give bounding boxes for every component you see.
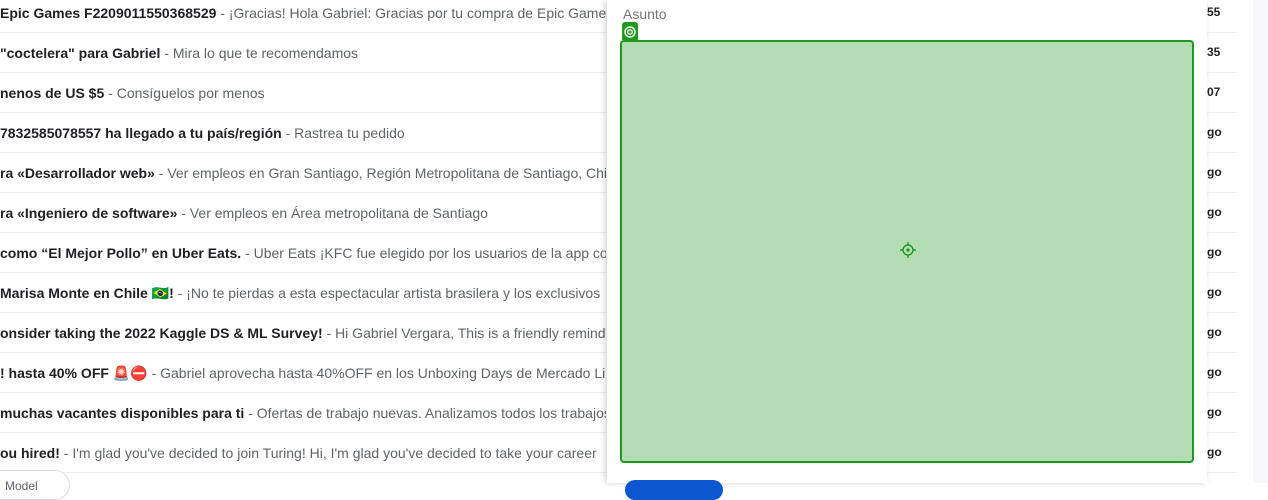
mail-snippet: Consíguelos por menos (116, 85, 265, 101)
mail-text: nenos de US $5 - Consíguelos por menos (0, 84, 606, 102)
mail-text: ra «Ingeniero de software» - Ver empleos… (0, 204, 606, 222)
model-chip-label: Model (5, 479, 38, 493)
mail-time: go (1207, 405, 1222, 419)
mail-time: go (1207, 205, 1222, 219)
mail-separator: - (154, 165, 168, 181)
mail-text: "coctelera" para Gabriel - Mira lo que t… (0, 44, 606, 62)
mail-time: go (1207, 285, 1222, 299)
mail-subject: Marisa Monte en Chile 🇧🇷! (0, 285, 174, 301)
mail-subject: como “El Mejor Pollo” en Uber Eats. (0, 245, 242, 261)
send-button[interactable] (625, 480, 723, 500)
mail-time: go (1207, 165, 1222, 179)
mail-text: onsider taking the 2022 Kaggle DS & ML S… (0, 324, 606, 342)
mail-text: ! hasta 40% OFF 🚨⛔ - Gabriel aprovecha h… (0, 364, 606, 382)
mail-text: 7832585078557 ha llegado a tu país/regió… (0, 124, 606, 142)
mail-separator: - (244, 405, 257, 421)
mail-snippet: Ofertas de trabajo nuevas. Analizamos to… (256, 405, 606, 421)
mail-snippet: Uber Eats ¡KFC fue elegido por los usuar… (253, 245, 606, 261)
mail-text: Marisa Monte en Chile 🇧🇷! - ¡No te pierd… (0, 284, 606, 302)
mail-subject: ra «Ingeniero de software» (0, 205, 178, 221)
mail-subject: nenos de US $5 (0, 85, 105, 101)
model-chip[interactable]: Model (0, 470, 70, 500)
right-side-strip (1253, 0, 1268, 483)
mail-text: Epic Games F2209011550368529 - ¡Gracias!… (0, 4, 606, 22)
mail-separator: - (147, 365, 161, 381)
mail-separator: - (281, 125, 295, 141)
mail-text: muchas vacantes disponibles para ti - Of… (0, 404, 606, 422)
mail-time: 35 (1207, 45, 1221, 59)
mail-separator: - (173, 285, 187, 301)
mail-snippet: ¡Gracias! Hola Gabriel: Gracias por tu c… (228, 5, 606, 21)
mail-subject: muchas vacantes disponibles para ti (0, 405, 245, 421)
mail-snippet: Rastrea tu pedido (294, 125, 405, 141)
mail-subject: Epic Games F2209011550368529 (0, 5, 217, 21)
mail-separator: - (177, 205, 190, 221)
mail-time: go (1207, 325, 1222, 339)
mail-separator: - (160, 45, 173, 61)
mail-separator: - (216, 5, 229, 21)
mail-subject: ! hasta 40% OFF 🚨⛔ (0, 365, 148, 381)
mail-time: go (1207, 445, 1222, 459)
mail-subject: 7832585078557 ha llegado a tu país/regió… (0, 125, 282, 141)
subject-field[interactable]: Asunto (623, 6, 667, 22)
mail-time: go (1207, 365, 1222, 379)
mail-text: ou hired! - I'm glad you've decided to j… (0, 444, 606, 462)
mail-snippet: Mira lo que te recomendamos (172, 45, 359, 61)
mail-separator: - (322, 325, 336, 341)
mail-snippet: ¡No te pierdas a esta espectacular artis… (186, 285, 601, 301)
message-body-field[interactable] (620, 40, 1194, 463)
mail-subject: "coctelera" para Gabriel (0, 45, 161, 61)
mail-time: 55 (1207, 5, 1221, 19)
mail-time: 07 (1207, 85, 1221, 99)
mail-subject: onsider taking the 2022 Kaggle DS & ML S… (0, 325, 323, 341)
target-icon[interactable] (622, 22, 638, 40)
mail-subject: ra «Desarrollador web» (0, 165, 155, 181)
mail-time: go (1207, 245, 1222, 259)
mail-snippet: Gabriel aprovecha hasta 40%OFF en los Un… (160, 365, 606, 381)
mail-snippet: Ver empleos en Área metropolitana de San… (189, 205, 488, 221)
mail-separator: - (241, 245, 254, 261)
mail-text: como “El Mejor Pollo” en Uber Eats. - Ub… (0, 244, 606, 262)
mail-subject: ou hired! (0, 445, 60, 461)
crosshair-icon (900, 242, 916, 258)
compose-panel: Asunto (607, 0, 1207, 500)
mail-time: go (1207, 125, 1222, 139)
mail-separator: - (59, 445, 73, 461)
mail-text: ra «Desarrollador web» - Ver empleos en … (0, 164, 606, 182)
mail-snippet: Hi Gabriel Vergara, This is a friendly r… (335, 325, 606, 341)
mail-snippet: Ver empleos en Gran Santiago, Región Met… (167, 165, 606, 181)
mail-separator: - (104, 85, 117, 101)
mail-snippet: I'm glad you've decided to join Turing! … (72, 445, 597, 461)
